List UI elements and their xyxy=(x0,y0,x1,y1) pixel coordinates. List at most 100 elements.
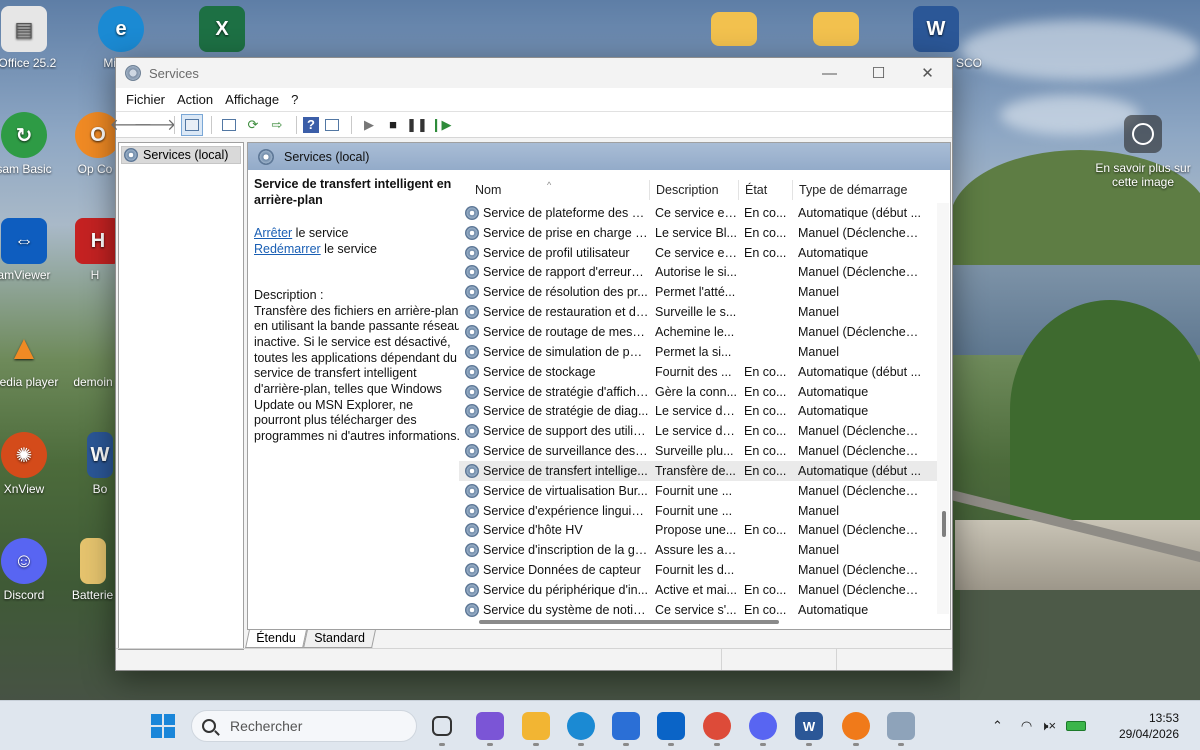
avast-icon[interactable] xyxy=(842,712,870,740)
window-title: Services xyxy=(149,65,199,81)
service-row[interactable]: Service de profil utilisateur Ce service … xyxy=(459,243,949,263)
restart-service-icon[interactable]: ❙▶ xyxy=(430,114,452,136)
service-description: Autorise le si... xyxy=(655,265,737,280)
service-row[interactable]: Service de stratégie d'afficha... Gère la… xyxy=(459,382,949,402)
taskbar-clock[interactable]: 13:53 29/04/2026 xyxy=(1119,710,1179,742)
maximize-button[interactable]: ☐ xyxy=(854,58,903,88)
service-row[interactable]: Service d'hôte HV Propose une... En co... M… xyxy=(459,521,949,541)
word-icon[interactable]: W xyxy=(795,712,823,740)
service-gear-icon xyxy=(465,404,479,419)
service-row[interactable]: Service de résolution des pr... Permet l'… xyxy=(459,282,949,302)
service-row[interactable]: Service de support des utilis... Le servi… xyxy=(459,421,949,441)
file-explorer-icon[interactable] xyxy=(522,712,550,740)
service-state: En co... xyxy=(744,444,787,459)
desktop-icon-label: Batterie xyxy=(71,588,114,602)
service-name-cell: Service du périphérique d'in... xyxy=(459,582,649,597)
desktop-icon-folder-pdf[interactable] xyxy=(790,6,882,50)
service-row[interactable]: Service de restauration et de... Surveill… xyxy=(459,302,949,322)
service-row[interactable]: Service de simulation de per... Permet la… xyxy=(459,342,949,362)
desktop-icon-vlc[interactable]: ▲ media player xyxy=(0,325,70,390)
close-button[interactable]: ✕ xyxy=(903,58,952,88)
teamviewer-icon: ⇔ xyxy=(1,218,47,264)
pause-service-icon[interactable]: ❚❚ xyxy=(406,114,428,136)
help-icon[interactable]: ? xyxy=(303,116,319,133)
service-row[interactable]: Service de routage de messa... Achemine l… xyxy=(459,322,949,342)
clock-time: 13:53 xyxy=(1148,711,1179,725)
status-segment xyxy=(722,649,837,670)
desktop-icon-h[interactable]: H H xyxy=(75,218,121,282)
store-icon[interactable] xyxy=(612,712,640,740)
menu-help[interactable]: ? xyxy=(285,92,304,107)
stop-service-icon[interactable]: ■ xyxy=(382,114,404,136)
taskview-icon[interactable] xyxy=(432,716,452,736)
service-row[interactable]: Service de surveillance des c... Surveill… xyxy=(459,441,949,461)
windows-start-icon[interactable] xyxy=(151,714,175,738)
service-row[interactable]: Service de virtualisation Bur... Fournit … xyxy=(459,481,949,501)
speaker-muted-icon[interactable]: 🕨× xyxy=(1040,718,1056,734)
system-tray: ⌃ ◠ 🕨× xyxy=(992,701,1087,750)
m365-icon[interactable] xyxy=(476,712,504,740)
tab-etendu[interactable]: Étendu xyxy=(245,630,307,648)
desktop-icon-excel[interactable]: X xyxy=(176,6,268,56)
horizontal-scrollbar[interactable] xyxy=(459,616,937,626)
stop-service-link[interactable]: Arrêter xyxy=(254,226,292,240)
tab-standard[interactable]: Standard xyxy=(302,630,376,648)
column-header-startup[interactable]: Type de démarrage xyxy=(792,180,922,200)
service-row[interactable]: Service de stratégie de diag... Le servic… xyxy=(459,401,949,421)
running-indicator xyxy=(668,743,674,746)
wifi-icon[interactable]: ◠ xyxy=(1021,718,1032,734)
service-row[interactable]: Service du périphérique d'in... Active et… xyxy=(459,580,949,600)
minimize-button[interactable]: — xyxy=(805,58,854,88)
service-startup-type: Automatique (début ... xyxy=(798,205,921,220)
tab-label: Étendu xyxy=(256,631,296,645)
service-row[interactable]: Service de plateforme des a... Ce service… xyxy=(459,203,949,223)
edge-icon[interactable] xyxy=(567,712,595,740)
desktop-icon-batterie[interactable]: Batterie xyxy=(70,538,115,602)
column-header-name[interactable]: Nom xyxy=(459,180,649,200)
menu-fichier[interactable]: Fichier xyxy=(120,92,171,107)
desktop-icon-demoin[interactable]: demoin xyxy=(68,325,118,389)
menu-action[interactable]: Action xyxy=(171,92,219,107)
desktop-icon-word-doc[interactable]: W Bo xyxy=(85,432,115,496)
service-row[interactable]: Service d'expérience linguist... Fournit … xyxy=(459,501,949,521)
forward-arrow-icon[interactable]: 🡒 xyxy=(134,114,177,136)
service-row[interactable]: Service Données de capteur Fournit les d.… xyxy=(459,560,949,580)
vertical-scrollbar[interactable] xyxy=(937,203,949,614)
discord-icon[interactable] xyxy=(749,712,777,740)
desktop-icon-discord[interactable]: ☺ Discord xyxy=(0,538,70,602)
outlook-icon[interactable] xyxy=(657,712,685,740)
service-row[interactable]: Service de prise en charge Bl... Le servi… xyxy=(459,223,949,243)
start-service-icon[interactable]: ▶ xyxy=(358,114,380,136)
desktop-icon-folder[interactable] xyxy=(688,6,780,50)
taskbar-search[interactable]: Rechercher xyxy=(191,710,417,742)
desktop-icon-libreoffice[interactable]: ▤ eOffice 25.2 xyxy=(0,6,70,70)
service-row[interactable]: Service de rapport d'erreurs ... Autorise… xyxy=(459,263,949,283)
horizontal-scroll-thumb[interactable] xyxy=(479,620,779,624)
battery-charging-icon[interactable] xyxy=(1066,721,1087,731)
export-list-icon[interactable]: ⇨ xyxy=(266,114,288,136)
service-description: Fournit les d... xyxy=(655,563,735,578)
chevron-up-icon[interactable]: ⌃ xyxy=(992,718,1003,734)
title-bar[interactable]: Services — ☐ ✕ xyxy=(116,58,952,88)
service-row[interactable]: Service de stockage Fournit des ... En co.… xyxy=(459,362,949,382)
search-placeholder: Rechercher xyxy=(230,718,303,734)
desktop-icon-teamviewer[interactable]: ⇔ amViewer xyxy=(0,218,70,282)
vertical-scroll-thumb[interactable] xyxy=(942,511,946,537)
action-pane-icon[interactable] xyxy=(321,114,343,136)
chrome-icon[interactable] xyxy=(703,712,731,740)
service-row[interactable]: Service de transfert intellige... Transfè… xyxy=(459,460,949,481)
service-name-cell: Service de rapport d'erreurs ... xyxy=(459,265,649,280)
desktop-icon-xnview[interactable]: ✺ XnView xyxy=(0,432,70,496)
services-icon[interactable] xyxy=(887,712,915,740)
menu-affichage[interactable]: Affichage xyxy=(219,92,285,107)
properties-icon[interactable] xyxy=(218,114,240,136)
desktop-icon-sam-basic[interactable]: ↻ sam Basic xyxy=(0,112,70,176)
refresh-icon[interactable]: ⟳ xyxy=(242,114,264,136)
tree-item-services-local[interactable]: Services (local) xyxy=(121,146,241,164)
restart-service-link[interactable]: Redémarrer xyxy=(254,242,321,256)
column-header-state[interactable]: État xyxy=(738,180,792,200)
console-tree-icon[interactable] xyxy=(181,113,203,136)
service-row[interactable]: Service d'inscription de la ge... Assure … xyxy=(459,540,949,560)
spotlight-learn-more[interactable]: En savoir plus sur cette image xyxy=(1090,115,1196,189)
column-header-description[interactable]: Description xyxy=(649,180,738,200)
